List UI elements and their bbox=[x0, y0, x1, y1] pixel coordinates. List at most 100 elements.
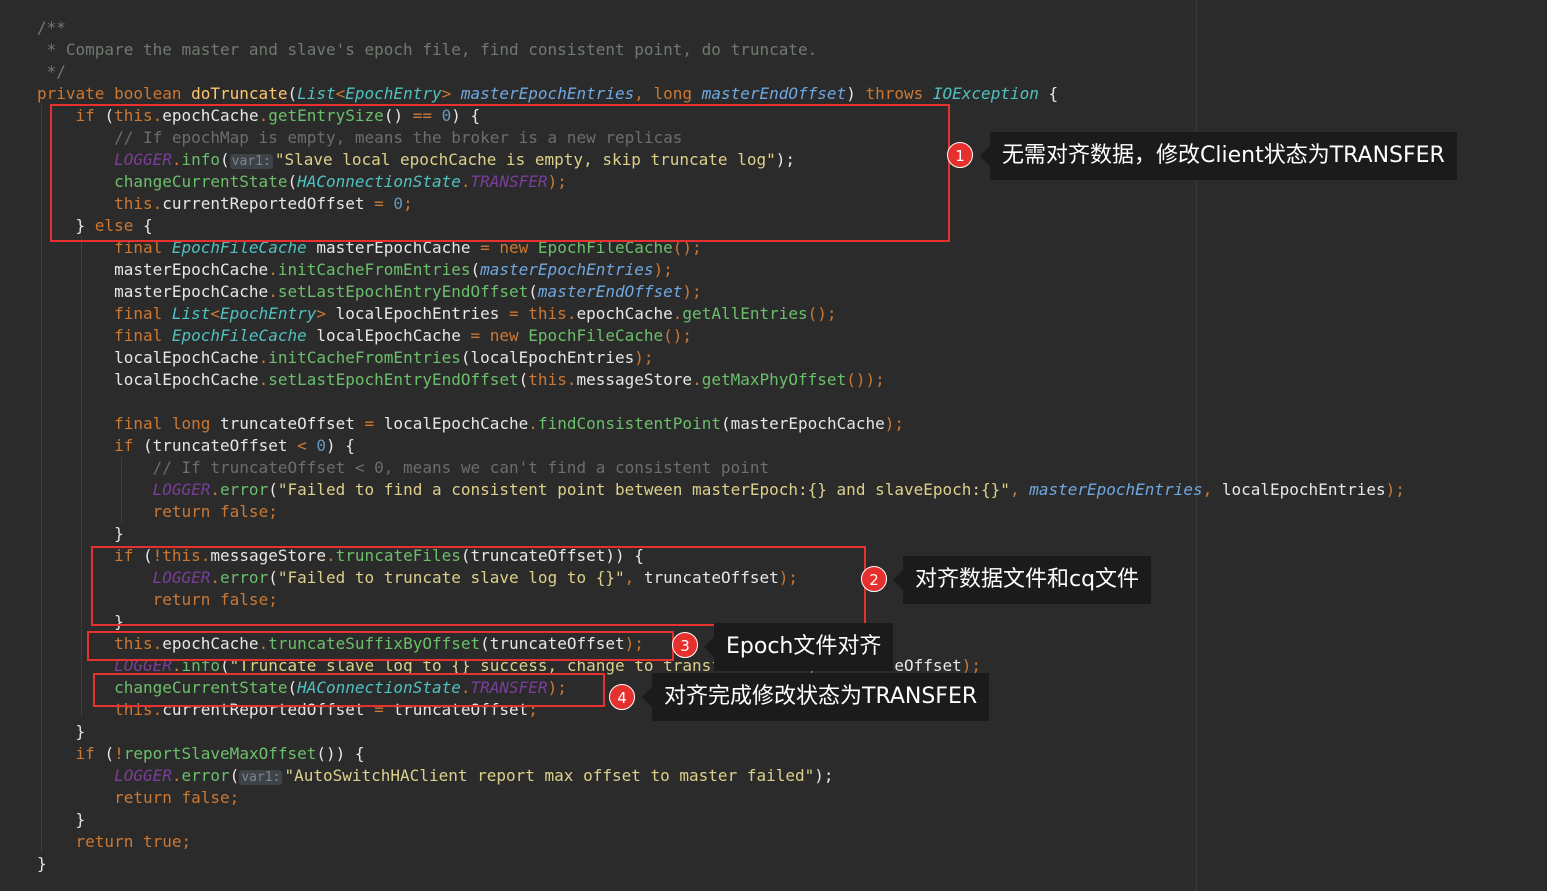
annotation-badge-4: 4 bbox=[609, 684, 635, 710]
code-line: final EpochFileCache localEpochCache = n… bbox=[37, 325, 692, 347]
code-line: masterEpochCache.initCacheFromEntries(ma… bbox=[37, 259, 673, 281]
code-token: ( bbox=[518, 370, 529, 389]
annotation-callout-4: 对齐完成修改状态为TRANSFER bbox=[641, 673, 990, 721]
highlight-box-1 bbox=[50, 104, 950, 242]
code-line: if (truncateOffset < 0) { bbox=[37, 435, 355, 457]
code-token: < bbox=[335, 84, 346, 103]
code-token: . bbox=[268, 260, 278, 279]
code-token: (); bbox=[807, 304, 837, 323]
code-token: reportSlaveMaxOffset bbox=[123, 744, 317, 763]
code-line: private boolean doTruncate(List<EpochEnt… bbox=[37, 83, 1058, 105]
code-token: . bbox=[258, 348, 269, 367]
code-token: ( bbox=[720, 414, 731, 433]
code-token: . bbox=[171, 766, 182, 785]
code-token: } bbox=[75, 810, 86, 829]
code-line: } bbox=[37, 523, 124, 545]
code-token: LOGGER bbox=[152, 480, 211, 499]
code-token: ( bbox=[104, 744, 115, 763]
code-token: } bbox=[37, 854, 47, 873]
annotation-callout-2: 对齐数据文件和cq文件 bbox=[892, 556, 1152, 604]
code-line: } bbox=[37, 721, 86, 743]
code-token: return bbox=[75, 832, 143, 851]
code-token: localEpochCache bbox=[114, 348, 259, 367]
code-editor[interactable]: /** * Compare the master and slave's epo… bbox=[0, 0, 1547, 891]
code-token: ( bbox=[460, 348, 471, 367]
code-token: ) { bbox=[326, 436, 355, 455]
code-token: long bbox=[171, 414, 221, 433]
code-token: truncateOffset bbox=[220, 414, 365, 433]
code-token: ); bbox=[653, 260, 673, 279]
code-line: localEpochCache.setLastEpochEntryEndOffs… bbox=[37, 369, 885, 391]
code-token: ; bbox=[229, 788, 240, 807]
code-token: . bbox=[692, 370, 702, 389]
code-line: if (!reportSlaveMaxOffset()) { bbox=[37, 743, 365, 765]
code-token: . bbox=[566, 304, 577, 323]
code-line: // If truncateOffset < 0, means we can't… bbox=[37, 457, 770, 479]
code-token: . bbox=[528, 414, 538, 433]
code-token: long bbox=[653, 84, 702, 103]
code-token: > bbox=[441, 84, 461, 103]
code-token: EpochFileCache bbox=[528, 326, 664, 345]
code-token: epochCache bbox=[576, 304, 673, 323]
code-token: < bbox=[297, 436, 317, 455]
code-token: } bbox=[114, 524, 124, 543]
code-token: { bbox=[1048, 84, 1059, 103]
code-token: List bbox=[171, 304, 211, 323]
code-line: } bbox=[37, 853, 47, 875]
code-token: masterEndOffset bbox=[537, 282, 683, 301]
code-token: false bbox=[220, 502, 269, 521]
code-token: this bbox=[528, 304, 567, 323]
code-token: . bbox=[258, 370, 269, 389]
highlight-box-3 bbox=[87, 631, 674, 661]
code-token: ( bbox=[287, 84, 298, 103]
code-line: LOGGER.error("Failed to find a consisten… bbox=[37, 479, 1405, 501]
highlight-box-4 bbox=[93, 673, 605, 707]
code-token: setLastEpochEntryEndOffset bbox=[277, 282, 529, 301]
code-token: . bbox=[268, 282, 278, 301]
code-token: */ bbox=[37, 62, 66, 81]
code-token: ); bbox=[884, 414, 904, 433]
code-line: masterEpochCache.setLastEpochEntryEndOff… bbox=[37, 281, 702, 303]
code-token: true bbox=[142, 832, 182, 851]
code-line: return true; bbox=[37, 831, 192, 853]
code-token: return bbox=[114, 788, 182, 807]
code-token: . bbox=[210, 480, 221, 499]
code-token: EpochEntry bbox=[345, 84, 442, 103]
code-token: final bbox=[114, 304, 172, 323]
code-token: "AutoSwitchHAClient report max offset to… bbox=[284, 766, 815, 785]
code-token: findConsistentPoint bbox=[537, 414, 721, 433]
code-token: ); bbox=[1385, 480, 1405, 499]
code-token: 0 bbox=[316, 436, 327, 455]
code-token: ( bbox=[528, 282, 538, 301]
code-token: final bbox=[114, 326, 172, 345]
code-token: getMaxPhyOffset bbox=[701, 370, 847, 389]
code-token: if bbox=[75, 744, 105, 763]
code-token: ! bbox=[114, 744, 124, 763]
code-token: = bbox=[364, 414, 384, 433]
code-token: localEpochEntries bbox=[335, 304, 510, 323]
code-token: // If truncateOffset < 0, means we can't… bbox=[152, 458, 770, 477]
code-token: ( bbox=[229, 766, 240, 785]
code-token: > bbox=[316, 304, 336, 323]
code-token: return bbox=[152, 502, 221, 521]
code-token: getAllEntries bbox=[682, 304, 808, 323]
code-token: localEpochCache bbox=[383, 414, 529, 433]
code-line: } bbox=[37, 809, 86, 831]
code-line: */ bbox=[37, 61, 66, 83]
code-token: masterEndOffset bbox=[701, 84, 847, 103]
code-token: if bbox=[114, 436, 143, 455]
code-line: LOGGER.error(var1: "AutoSwitchHAClient re… bbox=[37, 765, 834, 787]
code-token: new bbox=[489, 326, 529, 345]
code-token: EpochFileCache bbox=[171, 326, 317, 345]
code-line: return false; bbox=[37, 501, 278, 523]
